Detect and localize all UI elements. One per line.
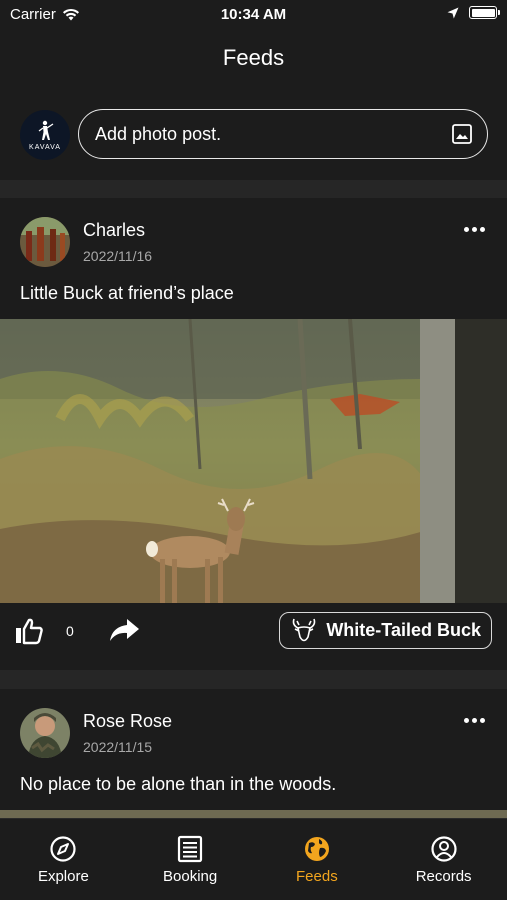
buck-head-icon [293, 618, 316, 641]
post-caption: Little Buck at friend’s place [20, 283, 234, 303]
tab-explore[interactable]: Explore [0, 819, 127, 900]
tab-label: Booking [163, 868, 218, 885]
add-photo-post-input[interactable]: Add photo post. [78, 109, 488, 159]
hunter-logo-icon [38, 120, 54, 140]
list-icon [178, 835, 203, 863]
status-time: 10:34 AM [220, 6, 287, 23]
post-date: 2022/11/15 [83, 739, 153, 755]
tab-records[interactable]: Records [380, 819, 507, 900]
post-actions: 0 White-Tailed Buck [0, 603, 507, 659]
add-photo-post-placeholder: Add photo post. [95, 123, 222, 144]
tab-label: Explore [37, 868, 89, 885]
post-author[interactable]: Rose Rose [83, 711, 172, 732]
compass-icon [50, 836, 76, 862]
tab-feeds[interactable]: Feeds [254, 819, 381, 900]
image-icon[interactable] [451, 123, 473, 145]
user-circle-icon [431, 836, 457, 862]
section-divider [0, 180, 507, 198]
feed-post: Rose Rose 2022/11/15 No place to be alon… [0, 689, 507, 818]
share-arrow-icon[interactable] [108, 617, 140, 643]
tab-label: Feeds [296, 868, 338, 885]
post-date: 2022/11/16 [83, 248, 153, 264]
like-count: 0 [66, 623, 74, 639]
location-arrow-icon [447, 7, 459, 18]
status-right [447, 6, 500, 19]
species-tag[interactable]: White-Tailed Buck [279, 612, 492, 649]
logo-text: KAVAVA [29, 143, 61, 151]
page-title: Feeds [222, 45, 285, 70]
post-caption: No place to be alone than in the woods. [20, 774, 337, 794]
section-divider [0, 670, 507, 689]
feed-post: Charles 2022/11/16 Little Buck at friend… [0, 198, 507, 670]
kavava-logo-avatar[interactable]: KAVAVA [20, 110, 70, 160]
tab-label: Records [415, 868, 472, 885]
tab-booking[interactable]: Booking [127, 819, 254, 900]
post-photo[interactable] [0, 810, 507, 818]
globe-icon [304, 837, 329, 861]
more-options-icon[interactable] [464, 227, 485, 232]
author-avatar[interactable] [20, 217, 70, 267]
author-avatar[interactable] [20, 708, 70, 758]
thumbs-up-icon[interactable] [14, 617, 44, 645]
post-photo[interactable] [0, 318, 507, 603]
more-options-icon[interactable] [464, 718, 485, 723]
status-bar: Carrier 10:34 AM [0, 0, 507, 30]
battery-icon [469, 6, 500, 19]
feeds-header: Feeds KAVAVA Add photo post. [0, 30, 507, 180]
post-author[interactable]: Charles [83, 220, 145, 241]
bottom-tab-bar: Explore Booking Feeds Records [0, 818, 507, 900]
species-label: White-Tailed Buck [326, 620, 481, 640]
